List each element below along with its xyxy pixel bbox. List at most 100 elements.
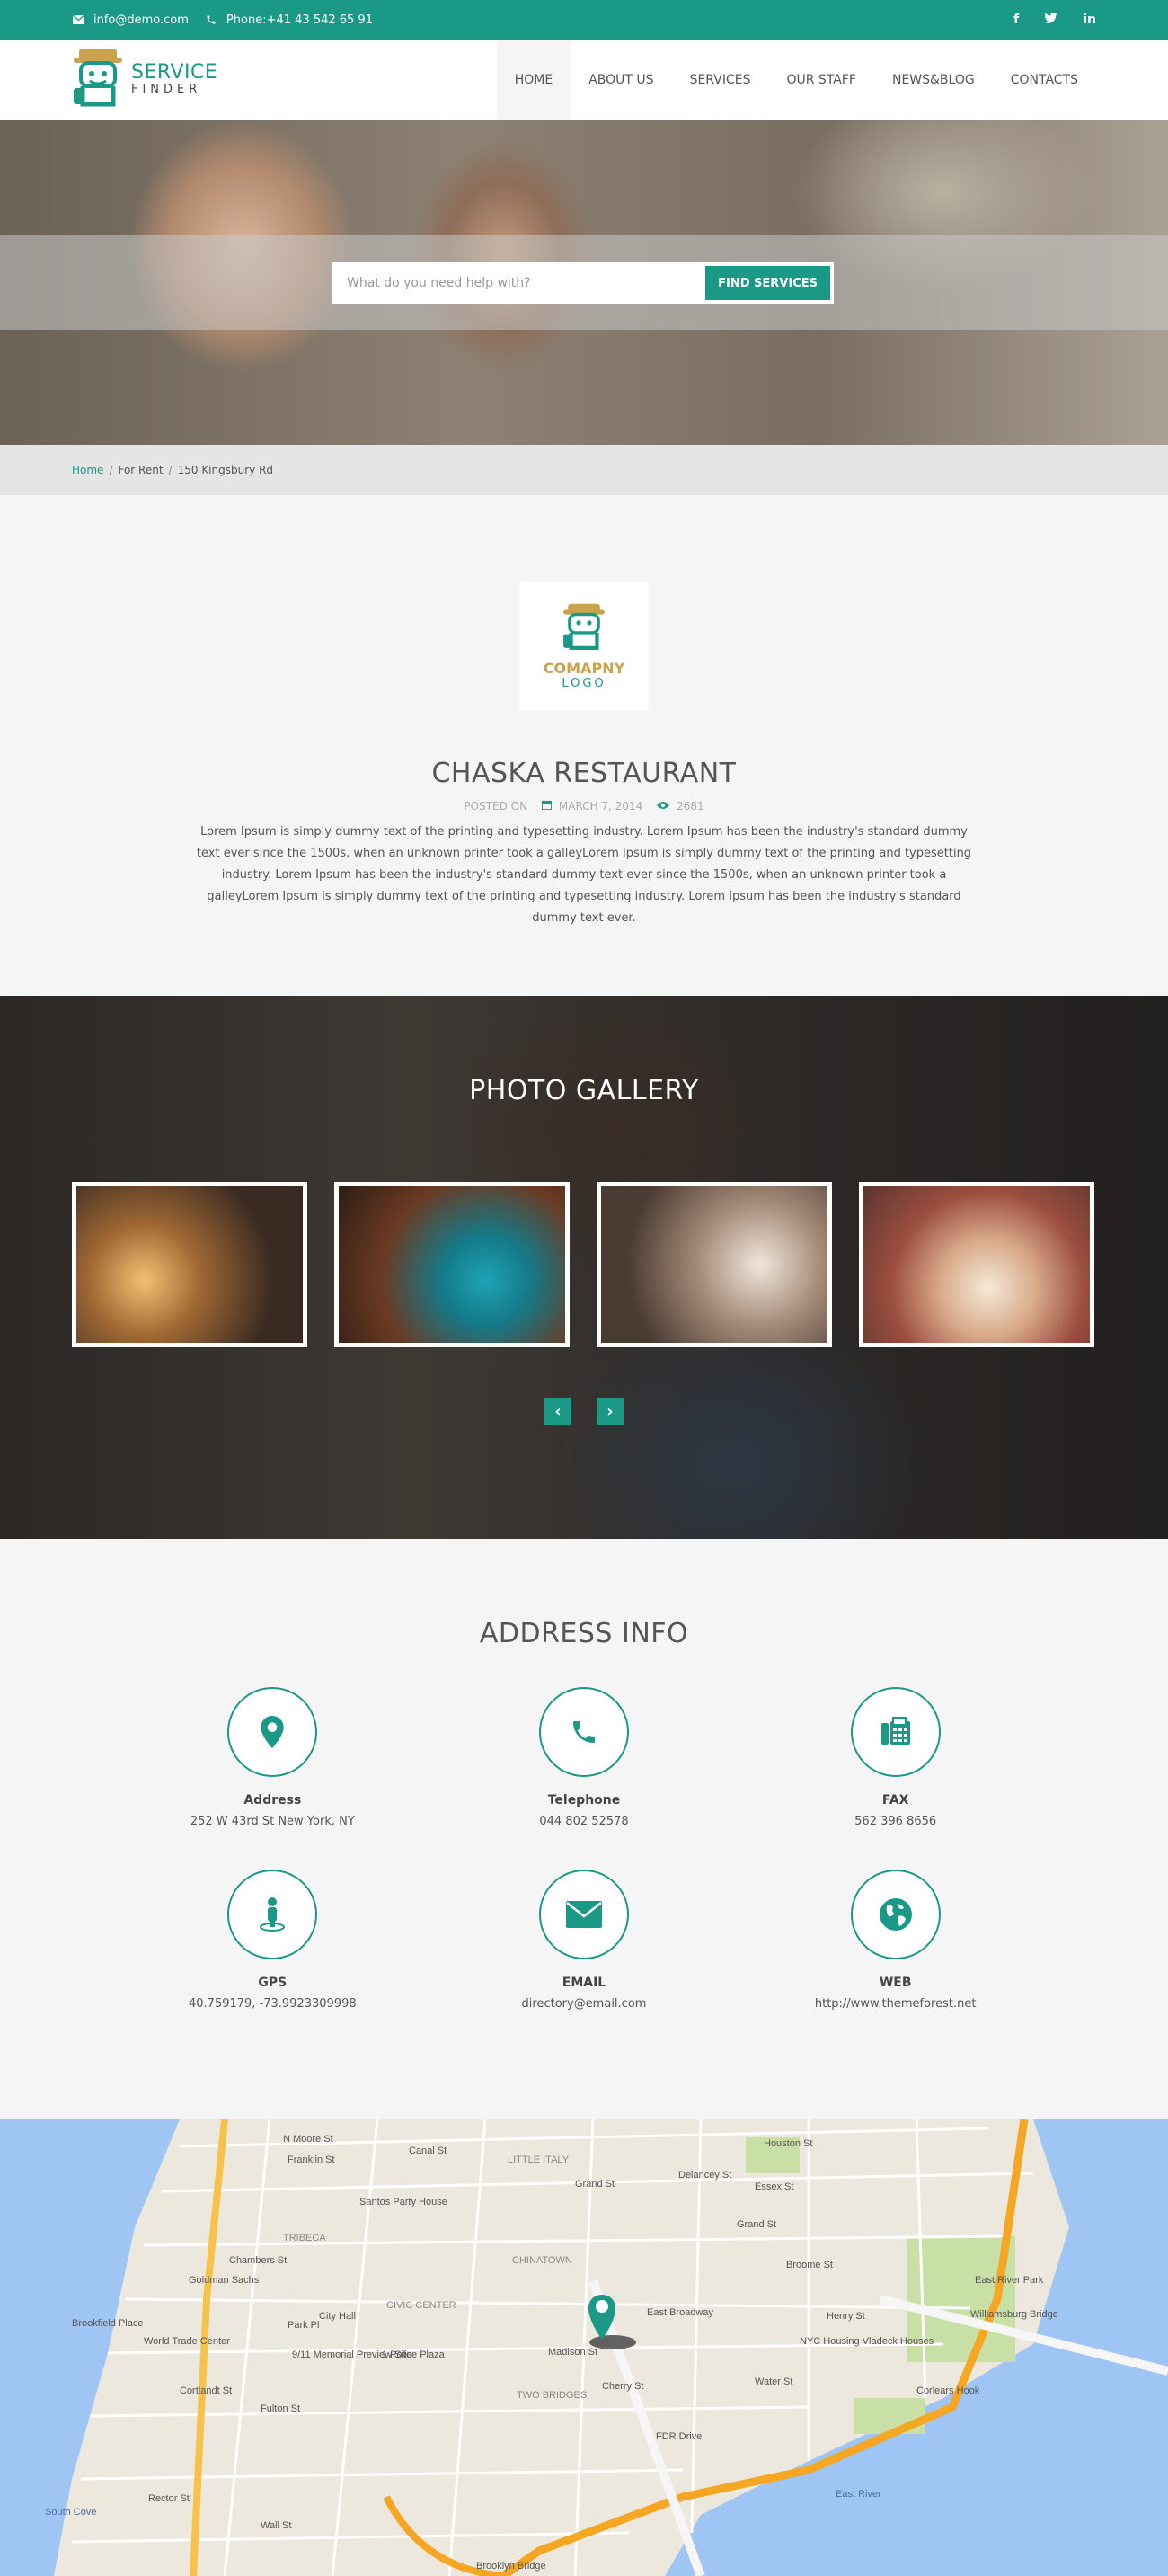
map-label: N Moore St (283, 2134, 333, 2145)
post-meta: POSTED ON MARCH 7, 2014 2681 (0, 800, 1168, 813)
listing-title: CHASKA RESTAURANT (431, 758, 737, 789)
address-info: ADDRESS INFO Address 252 W 43rd St New Y… (0, 1539, 1168, 2119)
map-label: TRIBECA (283, 2233, 326, 2243)
gallery-photo[interactable] (859, 1182, 1094, 1347)
linkedin-icon[interactable]: in (1083, 13, 1096, 27)
email-value[interactable]: directory@email.com (429, 1997, 740, 2011)
gallery-thumbnails (0, 1182, 1168, 1347)
web-value[interactable]: http://www.themeforest.net (739, 1997, 1051, 2011)
map-label: East River (836, 2489, 881, 2500)
map-label: East Broadway (647, 2307, 713, 2318)
nav-home[interactable]: HOME (496, 39, 571, 120)
map-label: Canal St (409, 2145, 447, 2156)
company-logo: COMAPNY LOGO (519, 582, 649, 711)
find-services-button[interactable]: FIND SERVICES (705, 266, 830, 300)
contact-info: info@demo.com Phone:+41 43 542 65 91 (72, 13, 373, 27)
photo-couple-dining (339, 1186, 565, 1343)
gallery-photo[interactable] (597, 1182, 832, 1347)
map-label: Cherry St (602, 2381, 643, 2392)
nav-our-staff[interactable]: OUR STAFF (768, 40, 873, 120)
fax-value: 562 396 8656 (854, 1815, 937, 1828)
telephone-value[interactable]: 044 802 52578 (429, 1815, 740, 1828)
phone-text: Phone:+41 43 542 65 91 (226, 13, 373, 27)
map-label: TWO BRIDGES (517, 2390, 587, 2401)
map-label: Chambers St (229, 2255, 287, 2266)
phone-icon (538, 1687, 629, 1777)
map-label: LITTLE ITALY (508, 2154, 570, 2165)
gallery-prev-button[interactable]: ‹ (544, 1398, 571, 1425)
address-item: Address 252 W 43rd St New York, NY (117, 1687, 429, 1828)
gps-label: GPS (258, 1976, 288, 1990)
nav-news-blog[interactable]: NEWS&BLOG (874, 40, 993, 120)
fax-icon (850, 1687, 941, 1777)
map-label: FDR Drive (656, 2431, 702, 2442)
logo-mascot-icon (72, 47, 124, 113)
map-label: NYC Housing Vladeck Houses (800, 2336, 934, 2347)
globe-icon (850, 1870, 941, 1959)
facebook-icon[interactable]: f (1013, 13, 1019, 27)
map-label: East River Park (975, 2275, 1044, 2286)
map-label: Williamsburg Bridge (970, 2309, 1058, 2320)
top-bar: info@demo.com Phone:+41 43 542 65 91 f i… (0, 0, 1168, 40)
gallery-title: PHOTO GALLERY (469, 1075, 699, 1106)
map-label: Henry St (827, 2311, 865, 2322)
address-title: ADDRESS INFO (479, 1618, 689, 1649)
listing-description: Lorem Ipsum is simply dummy text of the … (196, 825, 972, 925)
eye-icon (657, 800, 673, 813)
map-label: South Cove (45, 2507, 96, 2518)
gps-value: 40.759179, -73.9923309998 (189, 1997, 357, 2011)
photo-chef-plating (863, 1186, 1090, 1343)
address-value: 252 W 43rd St New York, NY (190, 1815, 355, 1828)
twitter-icon[interactable] (1044, 13, 1057, 27)
logo-title: SERVICE (131, 61, 218, 84)
breadcrumb-home[interactable]: Home (72, 464, 103, 476)
breadcrumb-separator: / (109, 464, 113, 476)
fax-label: FAX (881, 1793, 909, 1808)
photo-business-dinner (76, 1186, 303, 1343)
calendar-icon (542, 800, 555, 813)
search-box: FIND SERVICES (332, 262, 834, 304)
nav-contacts[interactable]: CONTACTS (993, 40, 1096, 120)
email-item: EMAIL directory@email.com (429, 1870, 740, 2011)
map-label: City Hall (319, 2311, 356, 2322)
map-canvas[interactable]: N Moore St Franklin St Canal St LITTLE I… (0, 2119, 1168, 2576)
post-date-group: MARCH 7, 2014 (542, 800, 642, 813)
map-label: CHINATOWN (512, 2255, 572, 2266)
location-map[interactable]: N Moore St Franklin St Canal St LITTLE I… (0, 2119, 1168, 2576)
email-link[interactable]: info@demo.com (93, 13, 189, 27)
web-item: WEB http://www.themeforest.net (739, 1870, 1051, 2011)
map-label: Brookfield Place (72, 2318, 144, 2329)
map-label: Park Pl (288, 2320, 319, 2331)
map-pin-icon (227, 1687, 318, 1777)
map-label: Grand St (737, 2219, 776, 2230)
company-logo-text: COMAPNY (543, 660, 625, 677)
map-label: CIVIC CENTER (386, 2300, 456, 2311)
search-input[interactable] (336, 276, 706, 290)
nav-about-us[interactable]: ABOUT US (571, 40, 671, 120)
breadcrumb-current: 150 Kingsbury Rd (177, 464, 274, 476)
map-label: 1 Police Plaza (382, 2349, 446, 2360)
gallery-photo[interactable] (334, 1182, 570, 1347)
breadcrumb-for-rent[interactable]: For Rent (118, 464, 163, 476)
logo-subtitle: FINDER (131, 83, 202, 96)
phone-icon (205, 13, 217, 26)
map-label: Houston St (764, 2138, 812, 2149)
view-count: 2681 (677, 800, 704, 813)
gps-person-icon (227, 1870, 318, 1959)
telephone-label: Telephone (547, 1793, 621, 1808)
address-grid: Address 252 W 43rd St New York, NY Telep… (117, 1687, 1051, 2011)
map-label: Essex St (755, 2181, 793, 2192)
map-label: Water St (755, 2376, 792, 2387)
gallery-next-button[interactable]: › (597, 1398, 624, 1425)
photo-waiter-serving (601, 1186, 827, 1343)
nav-services[interactable]: SERVICES (672, 40, 769, 120)
map-label: Rector St (148, 2493, 190, 2504)
site-logo[interactable]: SERVICE FINDER (72, 47, 217, 113)
map-label: Fulton St (261, 2403, 300, 2414)
gallery-photo[interactable] (72, 1182, 307, 1347)
gallery-controls: ‹ › (0, 1398, 1168, 1425)
listing-detail: COMAPNY LOGO CHASKA RESTAURANT POSTED ON… (0, 495, 1168, 996)
social-links: f in (1013, 13, 1096, 27)
web-label: WEB (879, 1976, 912, 1990)
view-count-group: 2681 (657, 800, 704, 813)
